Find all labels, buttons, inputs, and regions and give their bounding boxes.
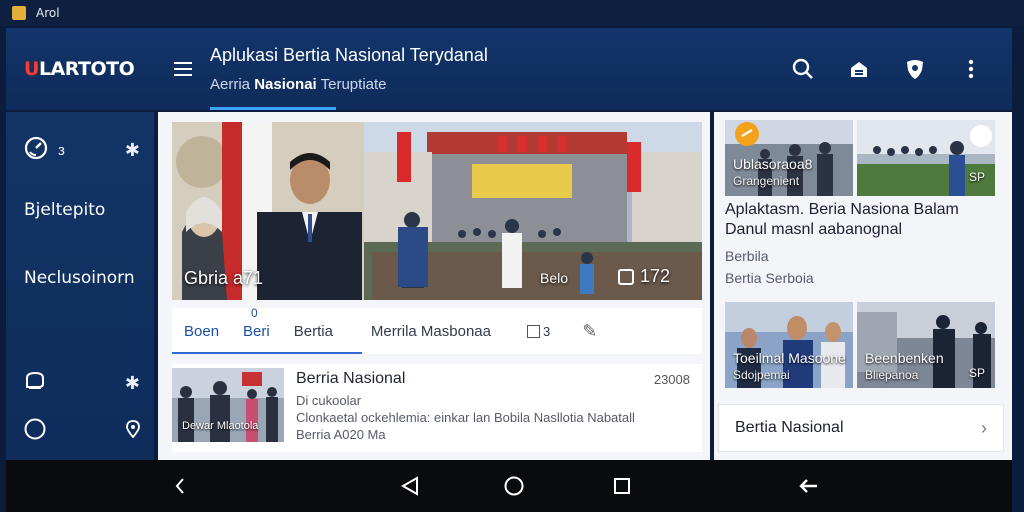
right-title-line2: Danul masnl aabanognal: [725, 221, 903, 238]
subtitle-prefix: Aerria: [210, 76, 251, 93]
tab-label: Bertia: [293, 322, 333, 340]
right-title-line1: Aplaktasm. Beria Nasiona Balam: [725, 201, 959, 218]
arrow-left-icon[interactable]: [796, 474, 820, 498]
header-text: Aplukasi Bertia Nasional Terydanal Aerri…: [210, 28, 488, 110]
card3-line1: Toeilmal Masoone: [733, 350, 846, 366]
right-meta-1: Berbila: [725, 248, 769, 264]
card2-badge: SP: [969, 170, 986, 184]
card4-line1: Beenbenken: [865, 350, 944, 366]
more-vert-icon[interactable]: [958, 56, 984, 82]
sidebar-item-2[interactable]: Bjeltepito: [24, 200, 140, 220]
pin-icon[interactable]: ✎: [570, 308, 609, 354]
link-label: Bertia Nasional: [735, 419, 844, 436]
location-pin-icon[interactable]: [126, 420, 140, 443]
comment-icon: [618, 268, 634, 285]
tab-label: 3: [542, 323, 551, 339]
main-panel: Gbria a71 Belo 172 Boen Beri 0 Bertia Me…: [158, 112, 710, 460]
article-thumbnail: Dewar Mlaotola: [172, 368, 284, 442]
card1-line1: Ublasoraoa8: [733, 156, 813, 172]
home-circle-icon[interactable]: [502, 474, 526, 498]
tab-bar: Boen Beri 0 Bertia Merrila Masbonaa 3 ✎: [172, 306, 702, 354]
tab-label: Merrila Masbonaa: [370, 322, 491, 340]
thumb-caption: Dewar Mlaotola: [182, 420, 259, 432]
sidebar-item-label: Neclusoinorn: [24, 268, 135, 288]
article-title: Berria Nasional: [296, 370, 406, 387]
hero-right-caption: 172: [640, 266, 671, 286]
gauge-icon: [24, 136, 48, 165]
status-bar: Arol ▣ ◆ 834: [0, 0, 1024, 460]
hero-image[interactable]: Gbria a71 Belo 172: [172, 122, 702, 300]
article-number: 23008: [653, 372, 690, 387]
hero-left-caption: Gbria a71: [184, 268, 264, 288]
tab-boen[interactable]: Boen: [172, 308, 231, 354]
card4-badge: SP: [969, 366, 986, 380]
chevron-left-icon[interactable]: [168, 474, 192, 498]
subtitle-bold: Nasionai: [254, 76, 317, 93]
page-title: Aplukasi Bertia Nasional Terydanal: [210, 45, 488, 65]
desc-line-1: Di cukoolar: [296, 393, 362, 408]
desc-line-3: Berria A020 Ma: [296, 427, 386, 442]
circle-icon: [24, 418, 46, 445]
chat-icon: [24, 370, 46, 397]
app-notification-icon: [12, 6, 26, 20]
tab-badge: 0: [251, 306, 258, 320]
system-nav-bar: [6, 460, 1012, 512]
news-card-1[interactable]: Ublasoraoa8 Grangenient: [725, 120, 853, 196]
home-icon[interactable]: [846, 56, 872, 82]
star-icon[interactable]: ✱: [125, 373, 140, 394]
sidebar-item-chat[interactable]: ✱: [24, 370, 140, 397]
tab-merrila-masbonaa[interactable]: Merrila Masbonaa: [359, 308, 503, 354]
news-card-3[interactable]: Toeilmal Masoone Sdojpemai: [725, 302, 853, 388]
menu-icon[interactable]: [174, 58, 192, 80]
hero-mid-caption: Belo: [540, 270, 569, 286]
chevron-right-icon: ›: [981, 417, 987, 438]
news-card-2[interactable]: SP: [857, 120, 995, 196]
app-logo[interactable]: ULARTOTO: [24, 58, 164, 80]
status-left-text: Arol: [36, 6, 60, 20]
back-triangle-icon[interactable]: [398, 474, 422, 498]
logo-text: ULARTOTO: [24, 58, 135, 80]
tab-bertia[interactable]: Bertia: [282, 308, 345, 354]
shield-icon[interactable]: [902, 56, 928, 82]
sidebar-row1-text: з: [58, 142, 65, 159]
header-tab-indicator: [210, 107, 336, 110]
right-article-title[interactable]: Aplaktasm. Beria Nasiona Balam Danul mas…: [725, 200, 1005, 240]
card4-line2: Bliepanoa: [865, 368, 919, 382]
tab-count[interactable]: 3: [515, 308, 562, 354]
recents-square-icon[interactable]: [610, 474, 634, 498]
right-panel: Ublasoraoa8 Grangenient SP Aplaktasm. Be…: [714, 112, 1012, 460]
news-card-4[interactable]: Beenbenken Bliepanoa SP: [857, 302, 995, 388]
tab-label: Boen: [184, 322, 220, 340]
page-subtitle[interactable]: Aerria Nasionai Teruptiate: [210, 76, 488, 93]
app-header: ULARTOTO Aplukasi Bertia Nasional Teryda…: [6, 28, 1012, 110]
tab-label: Beri: [243, 322, 270, 340]
subtitle-suffix: Teruptiate: [320, 76, 387, 93]
square-icon: [526, 324, 540, 338]
sidebar-item-3[interactable]: Neclusoinorn: [24, 268, 140, 288]
sidebar-item-profile[interactable]: [24, 418, 140, 445]
search-icon[interactable]: [790, 56, 816, 82]
hero-counter: 172: [618, 266, 670, 287]
right-meta-2: Bertia Serboia: [725, 270, 814, 286]
tab-beri[interactable]: Beri 0: [231, 306, 282, 354]
sidebar-item-dashboard[interactable]: з ✱: [24, 136, 140, 165]
desc-line-2: Clonkaetal ockehlemia: einkar lan Bobila…: [296, 410, 635, 425]
star-icon[interactable]: ✱: [125, 140, 140, 161]
sidebar: з ✱ Bjeltepito Neclusoinorn ✱: [6, 112, 154, 460]
national-news-link[interactable]: Bertia Nasional ›: [718, 404, 1004, 452]
article-description: Di cukoolar Clonkaetal ockehlemia: einka…: [296, 392, 696, 443]
card1-line2: Grangenient: [733, 174, 800, 188]
card3-line2: Sdojpemai: [733, 368, 790, 382]
tab-active-indicator: [172, 352, 362, 354]
article-list-item[interactable]: Dewar Mlaotola Berria Nasional 23008 Di …: [172, 364, 702, 452]
sidebar-item-label: Bjeltepito: [24, 200, 106, 220]
